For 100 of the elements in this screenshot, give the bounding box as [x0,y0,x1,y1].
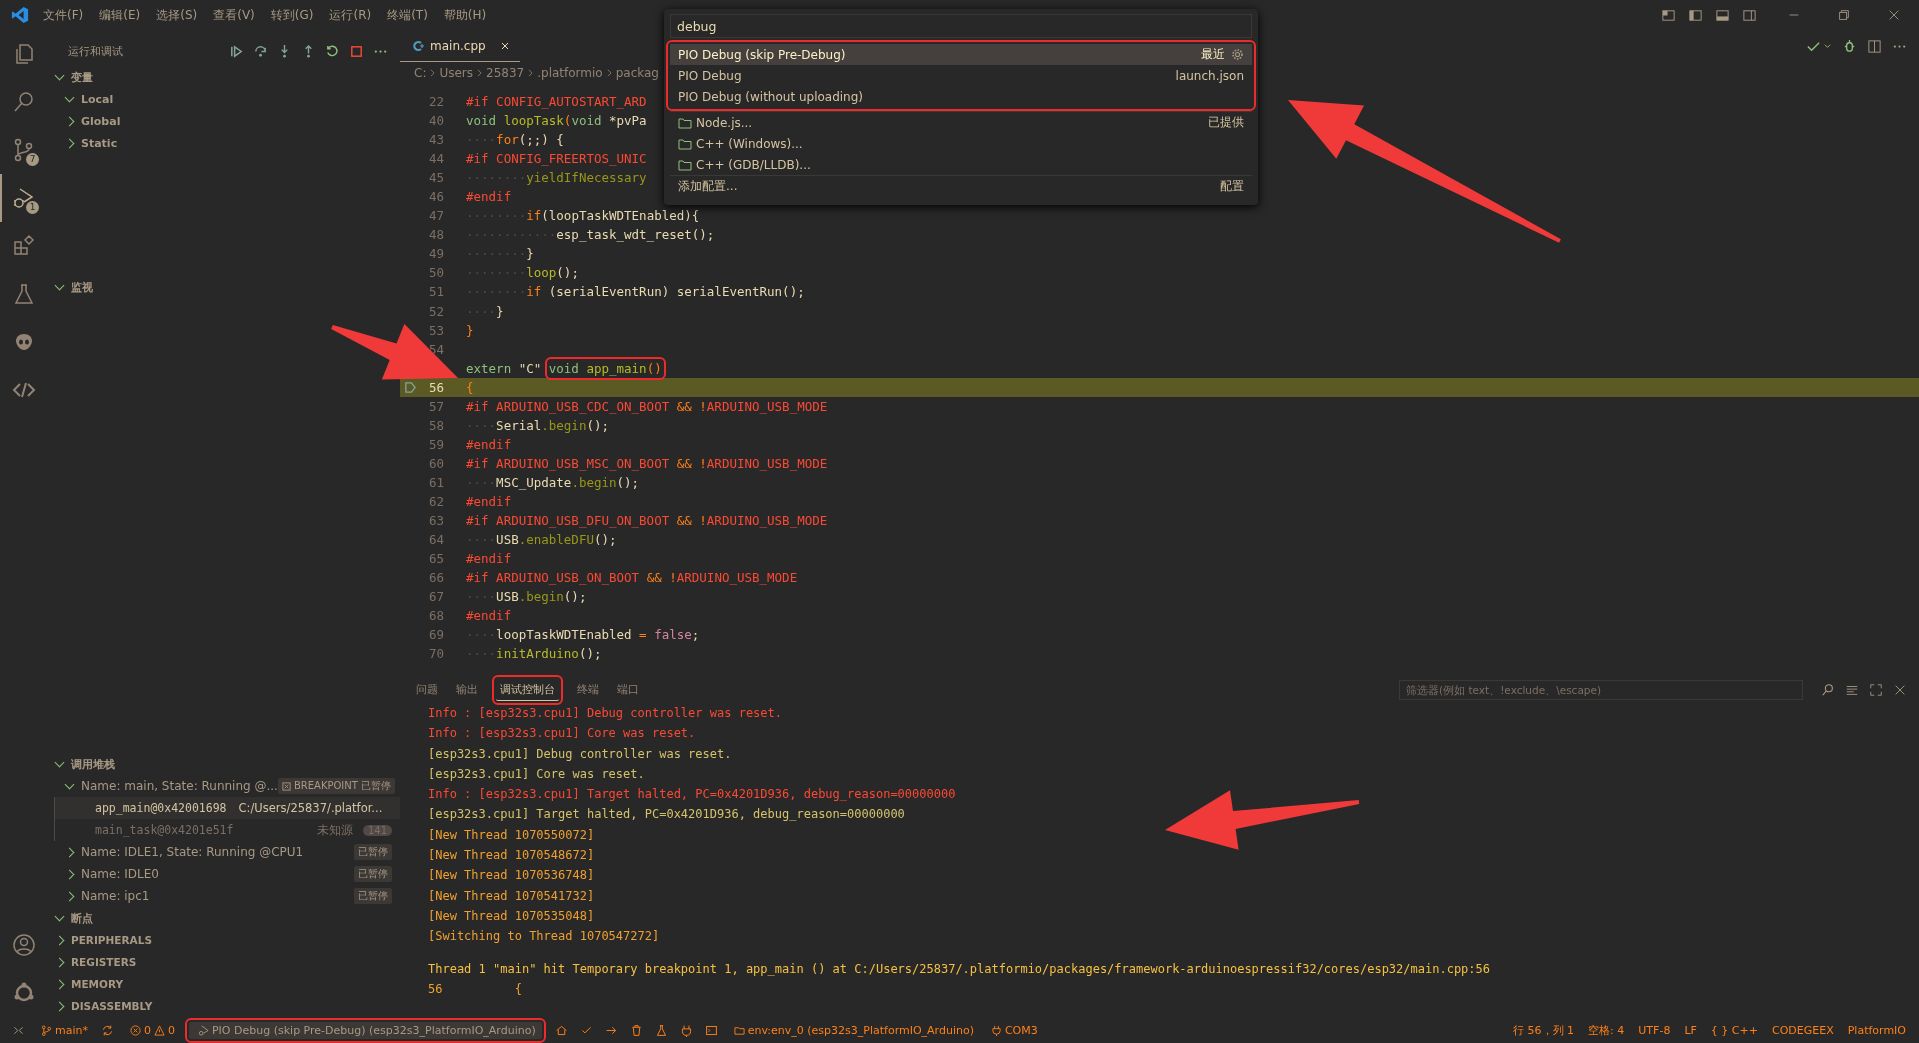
status-item[interactable]: { } C++ [1710,1023,1758,1037]
thread-item[interactable]: Name: ipc1 [64,889,150,903]
quick-pick-item[interactable]: C++ (Windows)... [670,133,1252,154]
activity-bar-item[interactable]: 7 [0,126,46,174]
current-line-marker-icon [404,380,417,394]
section-header[interactable]: 断点 [46,907,400,929]
chevron-down-icon[interactable] [1823,41,1832,51]
quick-pick-item[interactable]: 添加配置... 配置 [670,176,1252,197]
panel-tab[interactable]: 输出 [456,679,478,701]
editor-tab[interactable]: main.cpp [400,30,520,62]
section-header[interactable]: 监视 [46,276,400,298]
thread-item[interactable]: Name: IDLE1, State: Running @CPU1 [64,845,304,859]
stop-icon[interactable] [349,43,364,59]
quick-pick-field[interactable]: debug [670,14,1252,38]
line-number: 45 [428,170,444,186]
activity-bar-item[interactable]: 1 [0,174,46,222]
continue-icon[interactable] [229,43,244,59]
code-line: #if ARDUINO_USB_DFU_ON_BOOT && !ARDUINO_USB_MODE [466,513,828,529]
settings-icon[interactable] [1231,48,1244,61]
section-header[interactable]: DISASSEMBLY [46,995,400,1017]
section-header[interactable]: 变量 [46,66,400,88]
status-item[interactable]: 空格: 4 [1588,1022,1625,1038]
step-over-icon[interactable] [253,43,268,59]
section-header[interactable]: MEMORY [46,973,400,995]
line-number: 63 [428,513,444,529]
code-line: void loopTask(void *pvPa [466,113,647,129]
code-line: #endif [466,436,512,452]
maximize-icon[interactable] [1869,683,1883,697]
menu-item[interactable]: 查看(V) [213,6,255,24]
problems-status[interactable]: 0 0 [127,1023,175,1037]
split-editor-icon[interactable] [1867,38,1882,54]
code-line: ········if(loopTaskWDTEnabled){ [466,208,700,224]
section-header[interactable]: PERIPHERALS [46,929,400,951]
branch-status[interactable]: main* [38,1023,88,1037]
environment-status[interactable]: env:env_0 (esp32s3_PlatformIO_Arduino) [730,1023,974,1037]
quick-pick-item[interactable]: PIO Debug (skip Pre-Debug) 最近 [670,44,1252,65]
breadcrumb-item[interactable]: .platformio [537,66,603,80]
section-header[interactable]: 调用堆栈 [46,753,400,775]
trash-icon[interactable] [629,1023,643,1037]
close-icon[interactable] [499,40,510,51]
account-icon[interactable] [12,933,36,957]
home-icon[interactable] [554,1023,568,1037]
port-status[interactable]: COM3 [987,1023,1038,1037]
panel-tab[interactable]: 问题 [416,679,438,701]
status-item[interactable]: 行 56，列 1 [1513,1022,1575,1038]
filter-field[interactable]: 筛选器(例如 text、!exclude、\escape) [1399,680,1803,700]
tree-item[interactable]: Global [46,110,400,132]
thread-item[interactable]: Name: main, State: Running @... [64,779,278,793]
line-number: 61 [428,474,444,490]
sync-icon[interactable] [101,1023,114,1037]
quick-pick-item[interactable]: Node.js... 已提供 [670,112,1252,133]
flask-icon[interactable] [654,1023,668,1037]
line-number: 69 [428,627,444,643]
menu-item[interactable]: 选择(S) [156,6,198,24]
quick-pick-item[interactable]: PIO Debug launch.json [670,65,1252,86]
thread-item[interactable]: Name: IDLE0 [64,867,159,881]
breadcrumb-item[interactable]: 25837 [486,66,525,80]
plug-icon[interactable] [679,1023,693,1037]
code-line: } [466,322,474,338]
chevron-icon [528,69,534,77]
status-item[interactable]: UTF-8 [1638,1023,1671,1037]
status-item[interactable]: CODEGEEX [1771,1023,1834,1037]
quick-pick-item[interactable]: PIO Debug (without uploading) [670,86,1252,107]
status-item[interactable]: LF [1684,1023,1697,1037]
panel-tab[interactable]: 终端 [577,679,599,701]
menu-item[interactable]: 文件(F) [43,6,84,24]
tree-item[interactable]: Local [46,88,400,110]
section-header[interactable]: REGISTERS [46,951,400,973]
console-line: Info : [esp32s3.cpu1] Debug controller was reset. [428,705,783,722]
code-line: #if CONFIG_AUTOSTART_ARD [466,94,647,109]
chevron-icon [430,69,436,77]
panel-tab[interactable]: 端口 [617,679,639,701]
quick-pick-item[interactable]: C++ (GDB/LLDB)... [670,154,1252,175]
code-line: #endif [466,608,512,624]
breadcrumb-item[interactable]: packag [615,66,659,80]
menu-item[interactable]: 转到(G) [270,6,314,24]
code-line: #endif [466,494,512,509]
close-icon[interactable] [1893,683,1907,697]
bug-icon[interactable] [1842,38,1857,54]
close-icon[interactable] [1887,8,1901,22]
layout-icon[interactable] [1661,7,1676,23]
menu-item[interactable]: 编辑(E) [99,6,141,24]
panel-toggle-icon[interactable] [1715,7,1730,23]
code-line: ····Serial.begin(); [466,417,609,433]
menu-item[interactable]: 运行(R) [329,6,372,24]
breadcrumb-item[interactable]: Users [439,66,474,80]
flask-icon [12,282,36,306]
tree-item[interactable]: Static [46,132,400,154]
status-item[interactable]: PlatformIO [1847,1023,1906,1037]
menu-item[interactable]: 终端(T) [387,6,428,24]
terminal-icon[interactable] [704,1023,718,1037]
list-icon[interactable] [1845,683,1859,697]
breadcrumb-item[interactable]: C: [414,66,427,80]
sidebar-toggle-icon[interactable] [1688,7,1703,23]
secondary-sidebar-icon[interactable] [1742,7,1757,23]
restart-icon[interactable] [325,43,340,59]
search-icon[interactable] [1821,683,1835,697]
menu-item[interactable]: 帮助(H) [443,6,487,24]
stack-frame[interactable]: app_main@0x42001698 C:/Users/25837/.platfor... [54,797,400,819]
restore-icon[interactable] [1837,8,1851,22]
